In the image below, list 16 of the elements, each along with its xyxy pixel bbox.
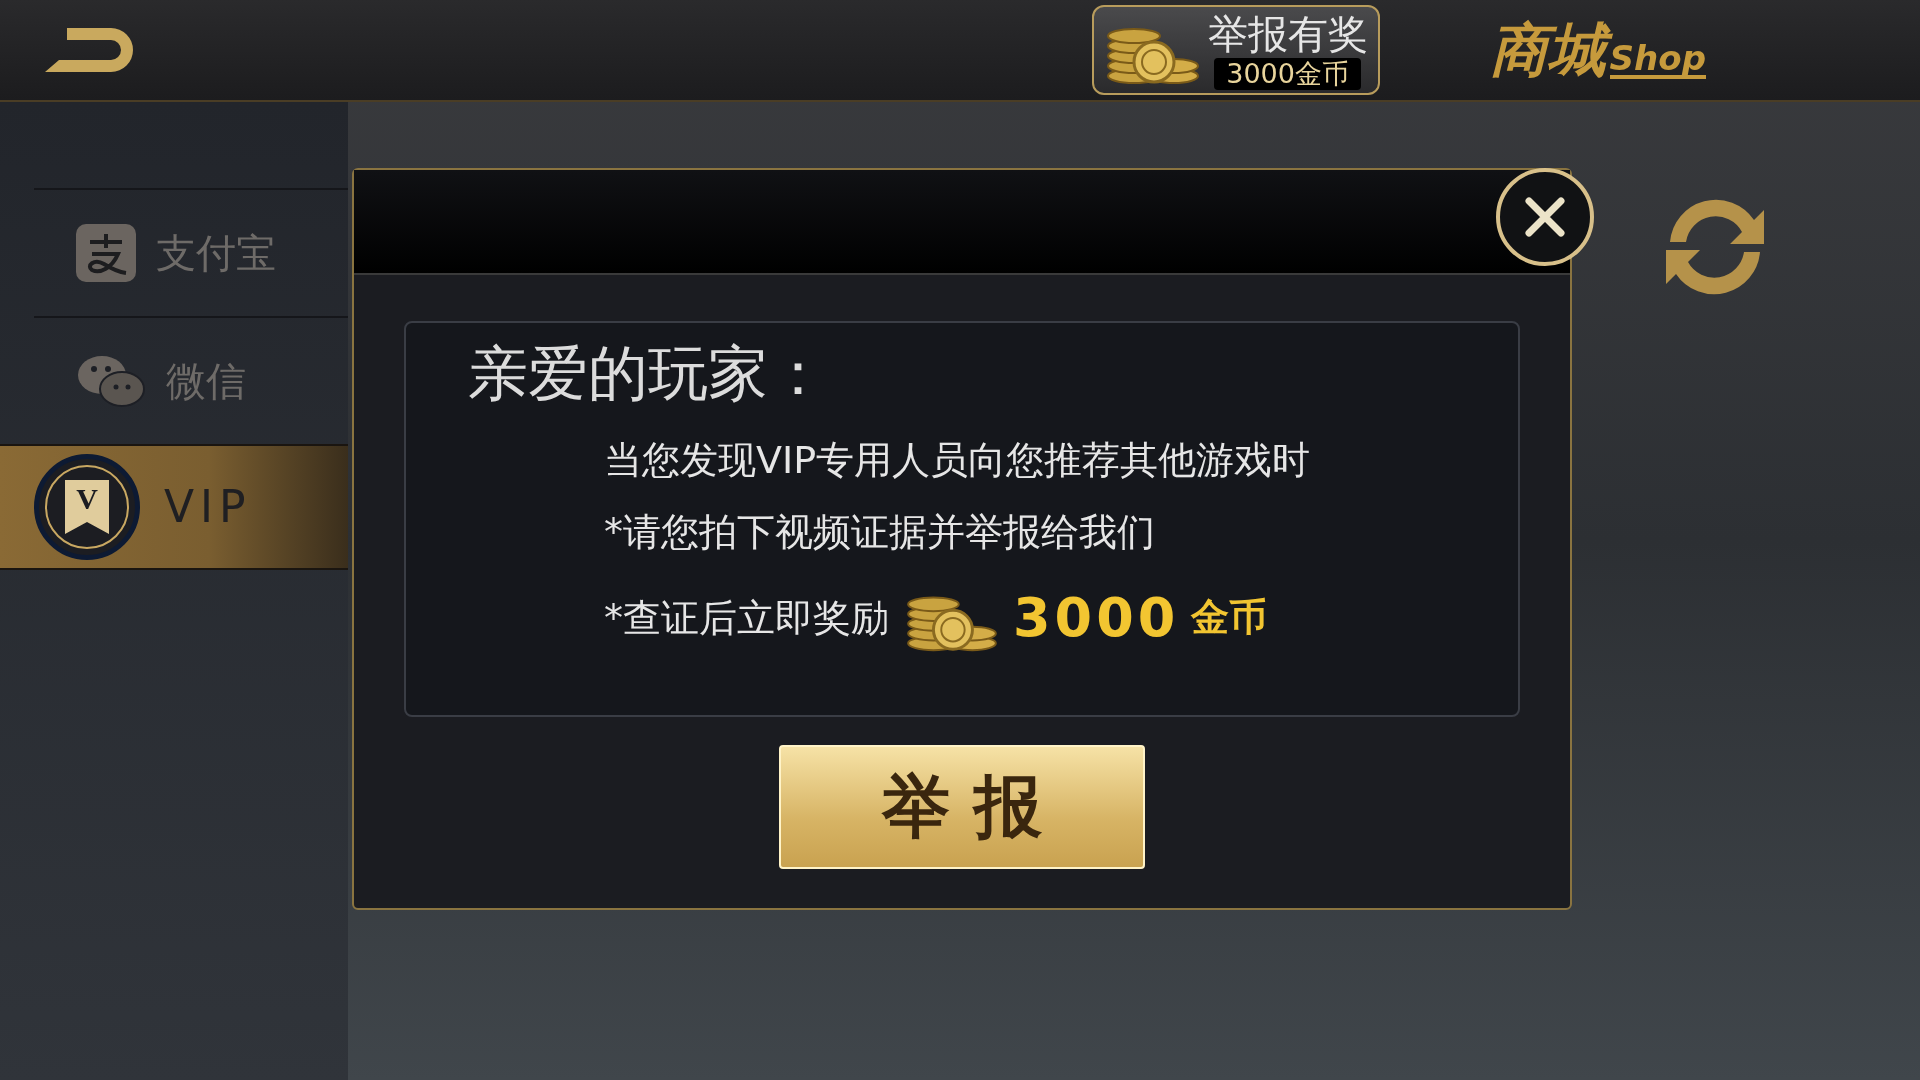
- message-line: *查证后立即奖励: [604, 594, 889, 641]
- reward-amount: 3000金币: [1214, 58, 1361, 90]
- report-reward-title: 举报有奖: [1207, 10, 1368, 58]
- message-line: 当您发现VIP专用人员向您推荐其他游戏时: [604, 437, 1312, 483]
- report-button[interactable]: 举 报: [779, 745, 1145, 869]
- chat-bubbles-icon: [76, 353, 146, 409]
- report-reward-button[interactable]: 举报有奖 3000金币: [1091, 5, 1380, 95]
- reward-unit: 金币: [1191, 594, 1268, 641]
- close-icon: [1523, 195, 1567, 239]
- shop-logo: 商城Shop: [1489, 21, 1706, 79]
- greeting-title: 亲爱的玩家：: [468, 337, 829, 410]
- vip-badge-icon: V: [34, 454, 140, 560]
- reward-amount: 3000: [1013, 585, 1180, 651]
- message-line: *请您拍下视频证据并举报给我们: [604, 509, 1156, 555]
- alipay-icon: [76, 224, 136, 282]
- sidebar-item[interactable]: V VIP: [0, 444, 348, 570]
